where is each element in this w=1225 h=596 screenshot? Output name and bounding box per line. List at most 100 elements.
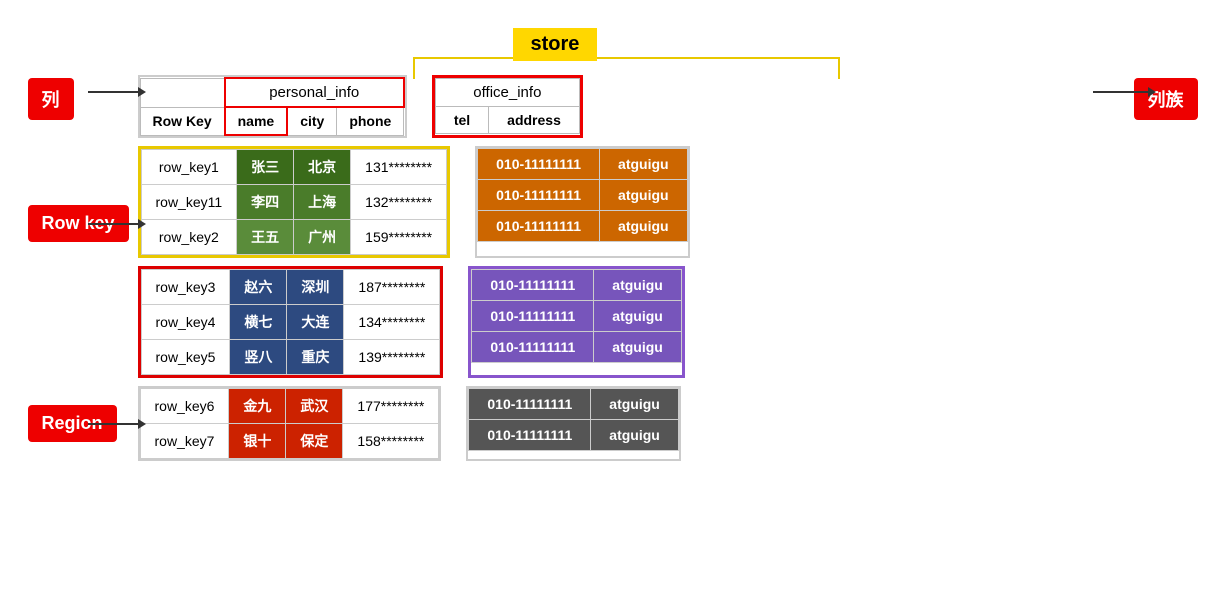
phone-cell: 139******** — [344, 340, 440, 375]
row-key-cell: row_key6 — [140, 389, 229, 424]
city-cell: 上海 — [294, 185, 351, 220]
name-cell: 张三 — [237, 150, 294, 185]
liezu-arrow-line — [1093, 91, 1148, 93]
address-cell: atguigu — [600, 211, 688, 242]
address-cell: atguigu — [594, 270, 682, 301]
tel-cell: 010-11111111 — [478, 211, 600, 242]
personal-yellow-group: row_key1 张三 北京 131******** row_key11 李四 … — [138, 146, 451, 258]
main-tables: personal_info Row Key name city phone — [138, 75, 1188, 461]
office-info-header-row: office_info — [435, 79, 579, 107]
row-group-region: row_key3 赵六 深圳 187******** row_key4 横七 大… — [138, 266, 1188, 378]
table-row: 010-11111111 atguigu — [469, 389, 678, 420]
row-key-cell: row_key2 — [141, 220, 237, 255]
col-header-tel: tel — [435, 107, 488, 134]
row-key-cell: row_key7 — [140, 424, 229, 459]
table-row: 010-11111111 atguigu — [472, 332, 681, 363]
office-region-group: 010-11111111 atguigu 010-11111111 atguig… — [468, 266, 684, 378]
personal-plain-table: row_key6 金九 武汉 177******** row_key7 银十 保… — [140, 388, 440, 459]
row-group-plain: row_key6 金九 武汉 177******** row_key7 银十 保… — [138, 386, 1188, 461]
name-cell: 竖八 — [230, 340, 287, 375]
col-header-rowkey: Row Key — [140, 107, 225, 135]
office-col-headers: tel address — [435, 107, 579, 134]
liezu-arrow-head — [1148, 87, 1156, 97]
col-header-name: name — [225, 107, 288, 135]
region-arrow-line — [88, 423, 143, 425]
phone-cell: 159******** — [351, 220, 447, 255]
address-cell: atguigu — [594, 332, 682, 363]
city-cell: 保定 — [286, 424, 343, 459]
office-info-container: office_info tel address — [432, 75, 583, 138]
name-cell: 王五 — [237, 220, 294, 255]
data-rows: row_key1 张三 北京 131******** row_key11 李四 … — [138, 146, 1188, 461]
table-row: row_key1 张三 北京 131******** — [141, 150, 447, 185]
col-label: 列 — [28, 78, 74, 120]
address-cell: atguigu — [591, 389, 679, 420]
header-section: personal_info Row Key name city phone — [138, 75, 1188, 138]
office-header-table: office_info tel address — [435, 78, 580, 134]
office-yellow-table: 010-11111111 atguigu 010-11111111 atguig… — [477, 148, 687, 242]
store-label: store — [513, 28, 598, 61]
table-row: row_key3 赵六 深圳 187******** — [141, 270, 440, 305]
table-row: row_key7 银十 保定 158******** — [140, 424, 439, 459]
personal-region-group: row_key3 赵六 深圳 187******** row_key4 横七 大… — [138, 266, 444, 378]
col-arrow-line — [88, 91, 143, 93]
row-group-yellow: row_key1 张三 北京 131******** row_key11 李四 … — [138, 146, 1188, 258]
personal-plain-group: row_key6 金九 武汉 177******** row_key7 银十 保… — [138, 386, 442, 461]
store-line-right-down — [838, 57, 840, 79]
personal-info-header-row: personal_info — [140, 78, 404, 107]
tel-cell: 010-11111111 — [472, 301, 594, 332]
col-header-city: city — [287, 107, 337, 135]
table-row: 010-11111111 atguigu — [478, 180, 687, 211]
phone-cell: 187******** — [344, 270, 440, 305]
city-cell: 大连 — [287, 305, 344, 340]
phone-cell: 131******** — [351, 150, 447, 185]
tel-cell: 010-11111111 — [478, 180, 600, 211]
address-cell: atguigu — [594, 301, 682, 332]
table-row: 010-11111111 atguigu — [478, 149, 687, 180]
tel-cell: 010-11111111 — [472, 270, 594, 301]
tel-cell: 010-11111111 — [478, 149, 600, 180]
name-cell: 赵六 — [230, 270, 287, 305]
office-region-table: 010-11111111 atguigu 010-11111111 atguig… — [471, 269, 681, 363]
row-key-cell: row_key5 — [141, 340, 230, 375]
rowkey-arrow-head — [138, 219, 146, 229]
table-row: 010-11111111 atguigu — [472, 301, 681, 332]
table-row: row_key4 横七 大连 134******** — [141, 305, 440, 340]
phone-cell: 177******** — [343, 389, 439, 424]
name-cell: 横七 — [230, 305, 287, 340]
personal-info-label-cell: personal_info — [225, 78, 404, 107]
table-row: 010-11111111 atguigu — [472, 270, 681, 301]
personal-header-table: personal_info Row Key name city phone — [140, 77, 405, 136]
row-key-cell: row_key11 — [141, 185, 237, 220]
col-header-address: address — [489, 107, 580, 134]
tel-cell: 010-11111111 — [469, 389, 591, 420]
office-info-label-cell: office_info — [435, 79, 579, 107]
row-key-cell: row_key4 — [141, 305, 230, 340]
store-line-left-down — [413, 57, 415, 79]
name-cell: 金九 — [229, 389, 286, 424]
rowkey-arrow-line — [88, 223, 143, 225]
address-cell: atguigu — [591, 420, 679, 451]
name-cell: 银十 — [229, 424, 286, 459]
table-row: row_key11 李四 上海 132******** — [141, 185, 447, 220]
city-cell: 武汉 — [286, 389, 343, 424]
store-line-top — [413, 57, 838, 59]
office-yellow-group: 010-11111111 atguigu 010-11111111 atguig… — [475, 146, 689, 258]
office-plain-table: 010-11111111 atguigu 010-11111111 atguig… — [468, 388, 678, 451]
col-header-phone: phone — [337, 107, 404, 135]
office-plain-group: 010-11111111 atguigu 010-11111111 atguig… — [466, 386, 680, 461]
region-arrow-head — [138, 419, 146, 429]
table-row: 010-11111111 atguigu — [469, 420, 678, 451]
name-cell: 李四 — [237, 185, 294, 220]
table-row: row_key5 竖八 重庆 139******** — [141, 340, 440, 375]
city-cell: 深圳 — [287, 270, 344, 305]
personal-yellow-table: row_key1 张三 北京 131******** row_key11 李四 … — [141, 149, 448, 255]
tel-cell: 010-11111111 — [472, 332, 594, 363]
table-row: row_key2 王五 广州 159******** — [141, 220, 447, 255]
tel-cell: 010-11111111 — [469, 420, 591, 451]
address-cell: atguigu — [600, 180, 688, 211]
personal-info-container: personal_info Row Key name city phone — [138, 75, 407, 138]
table-row: 010-11111111 atguigu — [478, 211, 687, 242]
city-cell: 重庆 — [287, 340, 344, 375]
city-cell: 广州 — [294, 220, 351, 255]
